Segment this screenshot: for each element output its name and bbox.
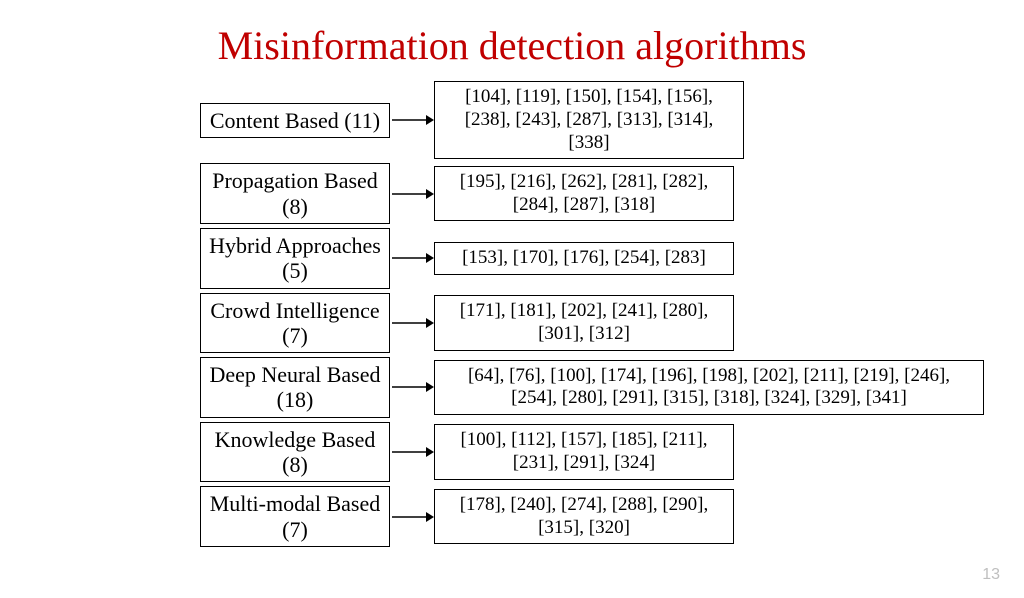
category-label: Hybrid Approaches (5) (200, 228, 390, 289)
arrow-icon (390, 113, 434, 127)
arrow-icon (390, 380, 434, 394)
category-label: Content Based (11) (200, 103, 390, 138)
category-label: Knowledge Based (8) (200, 422, 390, 483)
refs-box: [153], [170], [176], [254], [283] (434, 242, 734, 275)
refs-box: [171], [181], [202], [241], [280], [301]… (434, 295, 734, 351)
arrow-icon (390, 510, 434, 524)
category-label: Crowd Intelligence (7) (200, 293, 390, 354)
arrow-icon (390, 445, 434, 459)
category-label: Propagation Based (8) (200, 163, 390, 224)
arrow-icon (390, 251, 434, 265)
diagram-rows: Content Based (11) [104], [119], [150], … (0, 81, 1024, 547)
refs-box: [64], [76], [100], [174], [196], [198], … (434, 360, 984, 416)
refs-box: [104], [119], [150], [154], [156], [238]… (434, 81, 744, 159)
refs-box: [100], [112], [157], [185], [211], [231]… (434, 424, 734, 480)
category-row: Content Based (11) [104], [119], [150], … (200, 81, 984, 159)
category-row: Multi-modal Based (7) [178], [240], [274… (200, 486, 984, 547)
slide-title: Misinformation detection algorithms (0, 22, 1024, 69)
category-row: Knowledge Based (8) [100], [112], [157],… (200, 422, 984, 483)
category-row: Hybrid Approaches (5) [153], [170], [176… (200, 228, 984, 289)
category-row: Propagation Based (8) [195], [216], [262… (200, 163, 984, 224)
page-number: 13 (982, 566, 1000, 584)
refs-box: [178], [240], [274], [288], [290], [315]… (434, 489, 734, 545)
category-row: Crowd Intelligence (7) [171], [181], [20… (200, 293, 984, 354)
category-label: Deep Neural Based (18) (200, 357, 390, 418)
arrow-icon (390, 316, 434, 330)
category-row: Deep Neural Based (18) [64], [76], [100]… (200, 357, 984, 418)
arrow-icon (390, 187, 434, 201)
refs-box: [195], [216], [262], [281], [282], [284]… (434, 166, 734, 222)
category-label: Multi-modal Based (7) (200, 486, 390, 547)
